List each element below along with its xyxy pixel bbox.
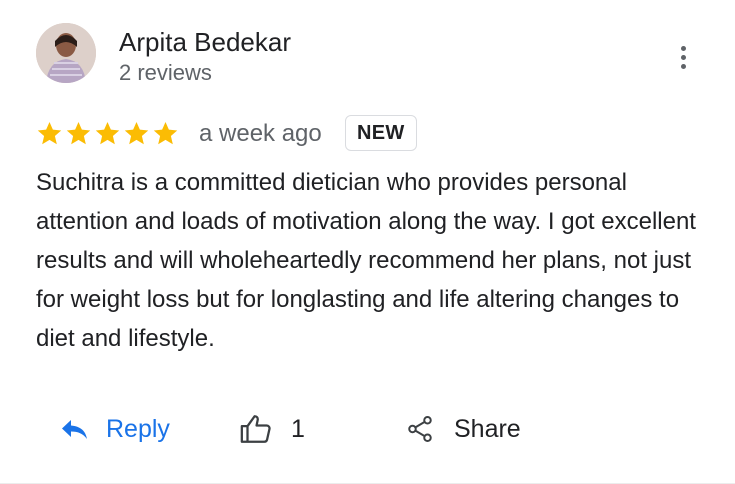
star-icon [66, 122, 91, 145]
more-vert-icon [680, 45, 686, 51]
reply-icon [62, 420, 87, 439]
share-icon [408, 416, 432, 442]
share-label: Share [454, 414, 521, 443]
star-rating [36, 120, 179, 148]
review-text: Suchitra is a committed dietician who pr… [36, 169, 696, 352]
star-icon [95, 122, 120, 145]
share-button[interactable]: Share [405, 405, 521, 453]
review-actions: Reply 1 Share [0, 405, 735, 453]
new-badge: NEW [345, 115, 417, 151]
review-time: a week ago [199, 120, 322, 147]
star-icon [153, 122, 178, 145]
star-icon [37, 122, 62, 145]
reply-label: Reply [106, 414, 170, 443]
thumb-up-icon [240, 415, 271, 443]
avatar[interactable] [36, 23, 96, 83]
more-options-button[interactable] [670, 42, 696, 72]
reviewer-name[interactable]: Arpita Bedekar [119, 27, 291, 58]
more-vert-icon-dot [680, 54, 686, 60]
like-count: 1 [291, 414, 305, 443]
avatar-photo [36, 23, 96, 83]
reviewer-review-count: 2 reviews [119, 60, 212, 85]
reply-button[interactable]: Reply [60, 405, 170, 453]
review-card: Arpita Bedekar 2 reviews a week ago NEW … [0, 0, 735, 484]
like-button[interactable]: 1 [239, 405, 305, 453]
star-icon [124, 122, 149, 145]
more-vert-icon-dot [680, 63, 686, 69]
